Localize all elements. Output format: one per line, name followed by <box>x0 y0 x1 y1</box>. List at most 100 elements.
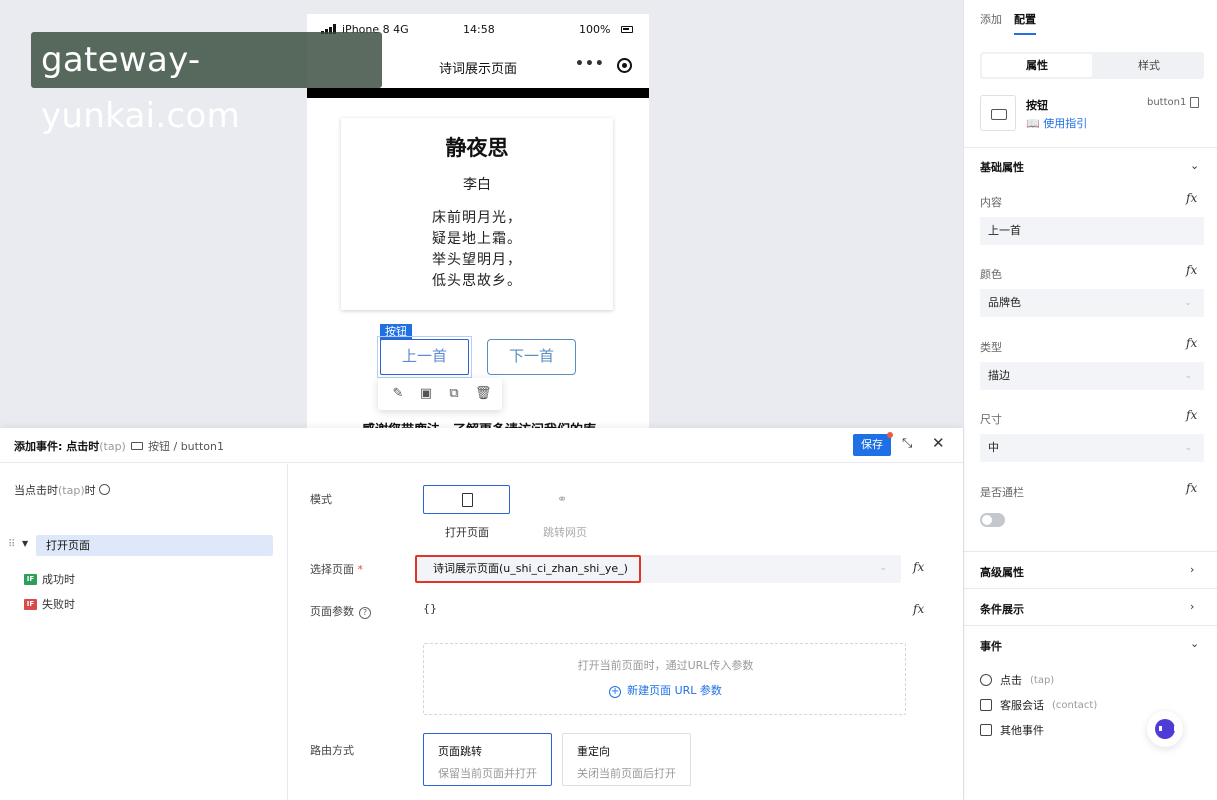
conditional-display-header[interactable]: 条件展示 <box>980 601 1024 617</box>
add-event-dialog: 添加事件: 点击时(tap) 按钮 / button1 保存 ⤡ ✕ 当点击时(… <box>0 428 963 800</box>
divider <box>964 551 1217 552</box>
type-label: 类型 <box>980 341 1002 354</box>
fx-icon[interactable]: fx <box>913 602 924 616</box>
button-component-icon <box>980 95 1016 131</box>
tap-icon <box>980 674 992 686</box>
success-branch[interactable]: IF 成功时 <box>24 571 75 587</box>
event-contact[interactable]: 客服会话 (contact) <box>980 697 1097 713</box>
route-desc: 关闭当前页面后打开 <box>577 767 676 780</box>
fail-branch[interactable]: IF 失败时 <box>24 596 75 612</box>
battery-percent: 100% <box>579 23 611 36</box>
drag-handle-icon[interactable]: ⠿ <box>8 539 15 550</box>
selected-page-value[interactable]: 诗词展示页面(u_shi_ci_zhan_shi_ye_) <box>415 555 641 583</box>
color-select[interactable]: 品牌色 ⌄ <box>980 289 1204 317</box>
fx-icon[interactable]: fx <box>1186 481 1197 495</box>
route-redirect-option[interactable]: 重定向 关闭当前页面后打开 <box>562 733 691 786</box>
caret-down-icon[interactable]: ▼ <box>22 539 28 548</box>
properties-panel: 添加 配置 属性 样式 按钮 📖 使用指引 button1 基础属性 ⌄ 内容 … <box>963 0 1217 800</box>
poem-card[interactable]: 静夜思 李白 床前明月光， 疑是地上霜。 举头望明月， 低头思故乡。 <box>341 118 613 310</box>
tab-config[interactable]: 配置 <box>1014 11 1036 35</box>
gear-icon[interactable] <box>98 484 110 495</box>
event-label: 其他事件 <box>1000 724 1044 737</box>
copy-id-icon[interactable] <box>1190 97 1199 108</box>
poem-lines: 床前明月光， 疑是地上霜。 举头望明月， 低头思故乡。 <box>341 208 613 292</box>
poem-author: 李白 <box>463 177 491 193</box>
battery-icon <box>621 26 633 33</box>
mode-open-page-option[interactable] <box>423 485 510 514</box>
chevron-right-icon[interactable]: › <box>1190 563 1194 576</box>
chat-icon <box>980 699 992 711</box>
assistant-bot-icon[interactable] <box>1147 711 1183 747</box>
trigger-label: 当点击时(tap)时 <box>14 482 110 498</box>
type-select[interactable]: 描边 ⌄ <box>980 362 1204 390</box>
action-open-page[interactable]: 打开页面 <box>36 535 273 556</box>
chevron-down-icon[interactable]: ⌄ <box>1190 637 1199 650</box>
content-label: 内容 <box>980 196 1002 209</box>
expand-icon[interactable]: ⤡ <box>902 436 912 451</box>
fx-icon[interactable]: fx <box>913 560 924 574</box>
color-value: 品牌色 <box>988 296 1021 309</box>
property-style-switch: 属性 样式 <box>980 52 1204 79</box>
add-url-param-label: 新建页面 URL 参数 <box>627 684 722 697</box>
chevron-down-icon[interactable]: ⌄ <box>1190 159 1199 172</box>
chevron-down-icon: ⌄ <box>1184 443 1192 453</box>
plus-icon: + <box>609 686 622 698</box>
breadcrumb: 按钮 / button1 <box>131 438 224 454</box>
color-label: 颜色 <box>980 268 1002 281</box>
events-header[interactable]: 事件 <box>980 638 1002 654</box>
dialog-title-text: 添加事件: 点击时 <box>14 440 100 453</box>
mode-jump-web-label[interactable]: 跳转网页 <box>543 524 587 540</box>
segment-properties[interactable]: 属性 <box>982 54 1092 77</box>
size-select[interactable]: 中 ⌄ <box>980 434 1204 462</box>
next-poem-button[interactable]: 下一首 <box>487 339 576 375</box>
advanced-props-header[interactable]: 高级属性 <box>980 564 1024 580</box>
event-flow-tree: 当点击时(tap)时 ⠿ ▼ 打开页面 IF 成功时 IF 失败时 <box>0 464 288 800</box>
content-input[interactable]: 上一首 <box>980 217 1204 245</box>
route-navigate-option[interactable]: 页面跳转 保留当前页面并打开 <box>423 733 552 786</box>
usage-guide-link[interactable]: 📖 使用指引 <box>1026 115 1087 131</box>
trigger-sub: (tap) <box>58 484 85 497</box>
if-badge: IF <box>24 573 37 585</box>
close-capsule-icon[interactable] <box>617 58 632 73</box>
fx-icon[interactable]: fx <box>1186 336 1197 350</box>
page-params-text: 页面参数 <box>310 605 354 618</box>
breadcrumb-text: 按钮 / button1 <box>148 440 224 453</box>
route-label: 路由方式 <box>310 744 354 757</box>
watermark: gateway-yunkai.com <box>31 32 382 136</box>
if-badge: IF <box>24 598 37 610</box>
copy-icon[interactable]: ⧉ <box>447 387 461 401</box>
fx-icon[interactable]: fx <box>1186 263 1197 277</box>
route-title: 页面跳转 <box>438 745 482 758</box>
link-icon[interactable]: ⚭ <box>557 492 567 506</box>
chevron-down-icon: ⌄ <box>1184 298 1192 308</box>
select-page-label: 选择页面 * <box>310 561 363 577</box>
tab-add[interactable]: 添加 <box>980 11 1002 35</box>
chevron-right-icon[interactable]: › <box>1190 600 1194 613</box>
save-button[interactable]: 保存 <box>853 432 893 456</box>
page-params-value[interactable]: {} <box>423 602 437 615</box>
help-icon[interactable]: ? <box>359 607 371 619</box>
more-icon[interactable]: ••• <box>575 56 605 72</box>
prev-poem-button[interactable]: 上一首 <box>377 336 472 378</box>
trigger-suffix: 时 <box>84 484 96 497</box>
fx-icon[interactable]: fx <box>1186 191 1197 205</box>
component-id: button1 <box>1147 97 1187 108</box>
event-label: 客服会话 <box>1000 699 1044 712</box>
editor-canvas: iPhone 8 4G 14:58 100% 诗词展示页面 ••• 静夜思 李白… <box>0 0 963 430</box>
save-icon[interactable]: ▣ <box>419 387 433 401</box>
segment-style[interactable]: 样式 <box>1094 52 1204 79</box>
event-other[interactable]: 其他事件 <box>980 722 1044 738</box>
fullwidth-toggle[interactable] <box>980 513 1005 527</box>
chevron-down-icon: ⌄ <box>879 563 887 573</box>
close-icon[interactable]: ✕ <box>932 434 945 452</box>
divider <box>964 625 1217 626</box>
basic-props-header[interactable]: 基础属性 <box>980 159 1024 175</box>
event-tap[interactable]: 点击 (tap) <box>980 672 1054 688</box>
fx-icon[interactable]: fx <box>1186 408 1197 422</box>
dialog-title: 添加事件: 点击时(tap) <box>14 438 126 454</box>
delete-icon[interactable]: 🗑 <box>475 387 492 401</box>
add-url-param-button[interactable]: + 新建页面 URL 参数 <box>424 682 907 698</box>
panel-tabs: 添加 配置 <box>980 11 1036 35</box>
poem-title: 静夜思 <box>445 136 509 160</box>
edit-icon[interactable]: ✎ <box>391 387 405 401</box>
